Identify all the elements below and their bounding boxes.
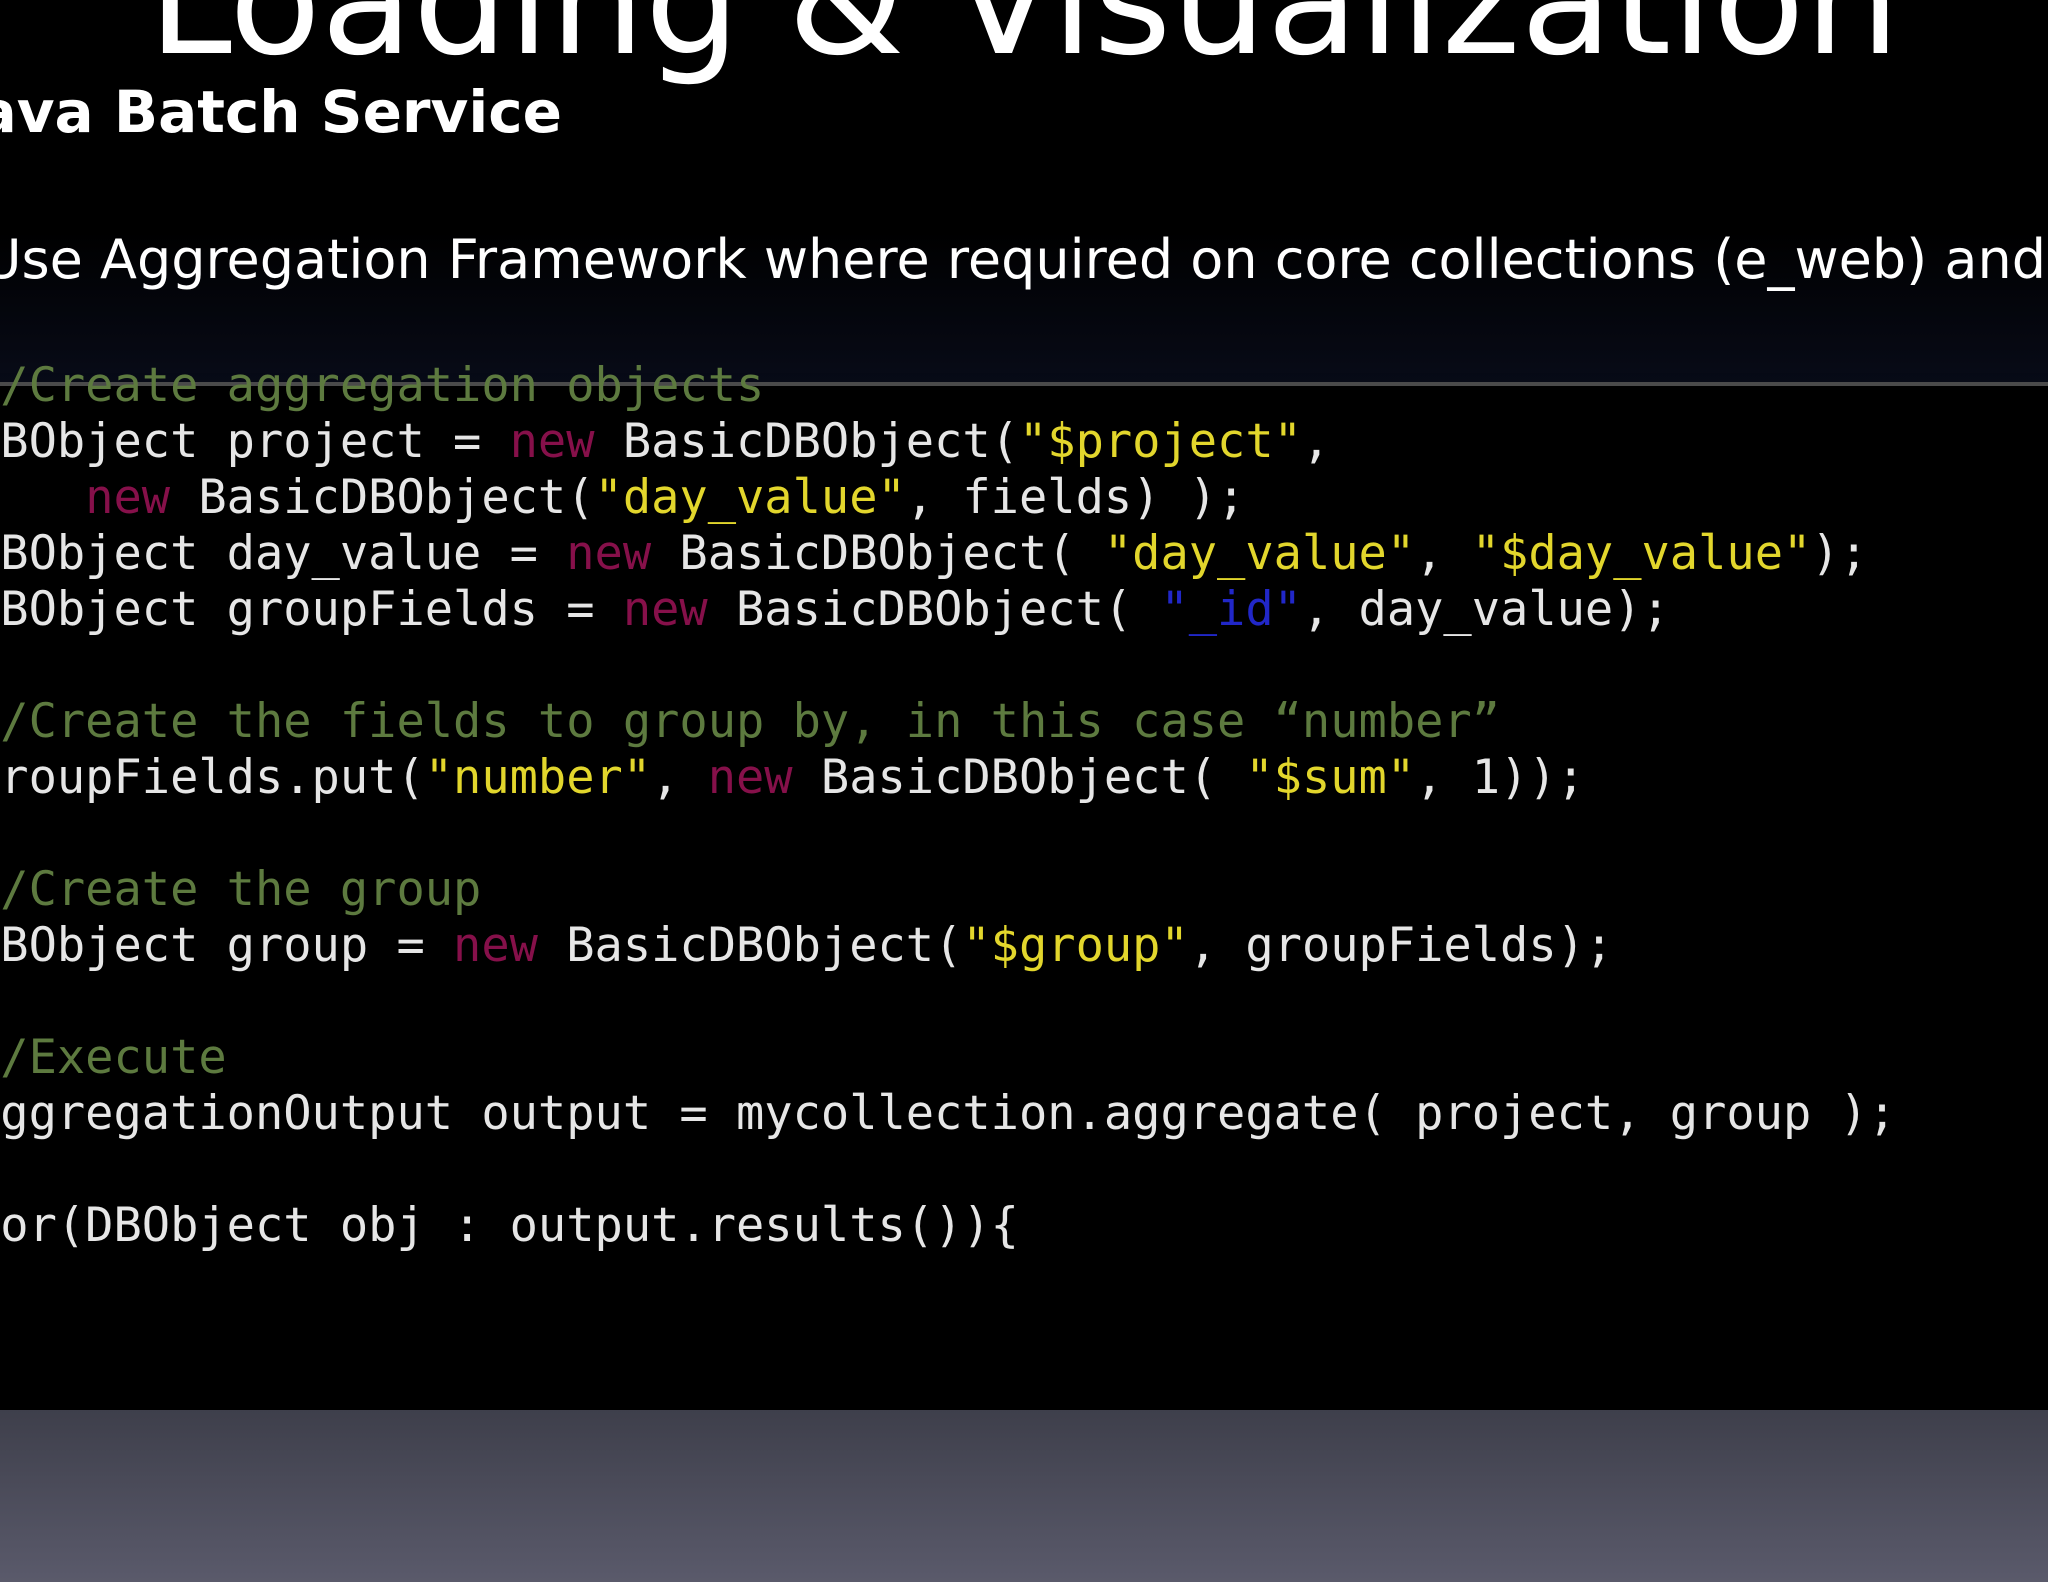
code-token: new [622,582,708,637]
code-token: for(DBObject obj : output.results()){ [0,1198,1019,1253]
code-token: BasicDBObject( [707,582,1161,637]
code-line: AggregationOutput output = mycollection.… [0,1086,1896,1142]
code-token: new [509,414,595,469]
code-token: AggregationOutput output = mycollection.… [0,1086,1897,1141]
slide-header: Loading & Visualization Java Batch Servi… [0,0,2048,385]
code-token: new [85,470,171,525]
code-token: ); [1811,526,1868,581]
code-line: groupFields.put("number", new BasicDBObj… [0,750,1896,806]
code-token: //Create the fields to group by, in this… [0,694,1501,749]
code-token: BasicDBObject( [792,750,1246,805]
code-token: BasicDBObject( [651,526,1104,581]
code-token: "$sum" [1245,750,1416,805]
code-token: , 1)); [1415,750,1585,805]
code-token: "day_value" [1103,526,1416,581]
code-line: //Create aggregation objects [0,358,1896,414]
code-token: BasicDBObject( [594,414,1019,469]
code-token: , day_value); [1301,582,1670,637]
slide-bullet: Use Aggregation Framework where required… [0,228,2048,291]
code-line: DBObject groupFields = new BasicDBObject… [0,582,1896,638]
code-token: "_id" [1160,582,1302,637]
code-token: BasicDBObject( [537,918,963,973]
presentation-slide: Loading & Visualization Java Batch Servi… [0,0,2048,1582]
code-line: DBObject group = new BasicDBObject("$gro… [0,918,1896,974]
code-line: //Execute [0,1030,1896,1086]
code-token: "number" [424,750,652,805]
code-token: //Create the group [0,862,482,917]
code-token: //Create aggregation objects [0,358,765,413]
code-line: for(DBObject obj : output.results()){ [0,1198,1896,1254]
code-token: , [1301,414,1331,469]
code-token: DBObject project = [0,414,510,469]
code-token: DBObject group = [0,918,454,973]
slide-bottom-background [0,1410,2048,1582]
code-token: BasicDBObject( [170,470,595,525]
code-token: new [566,526,652,581]
code-token: , fields) ); [905,470,1246,525]
code-block: //Create aggregation objects DBObject pro… [0,358,1896,1254]
code-line: //Create the group [0,862,1896,918]
code-token: , [1415,526,1472,581]
code-token: new [707,750,793,805]
code-token: DBObject groupFields = [0,582,623,637]
code-line: DBObject project = new BasicDBObject("$p… [0,414,1896,470]
code-token: new [453,918,538,973]
code-token: "$group" [962,918,1189,973]
code-token: , [651,750,708,805]
code-line: //Create the fields to group by, in this… [0,694,1896,750]
code-token: //Execute [0,1030,227,1085]
code-token: , groupFields); [1188,918,1614,973]
code-line: DBObject day_value = new BasicDBObject( … [0,526,1896,582]
code-line: new BasicDBObject("day_value", fields) )… [0,470,1896,526]
code-token: "day_value" [594,470,906,525]
code-panel: //Create aggregation objects DBObject pro… [0,358,2048,1414]
code-token: groupFields.put( [0,750,425,805]
code-token: "$day_value" [1471,526,1812,581]
code-token: "$project" [1018,414,1302,469]
code-token: DBObject day_value = [0,526,567,581]
slide-subtitle: Java Batch Service [0,78,562,146]
